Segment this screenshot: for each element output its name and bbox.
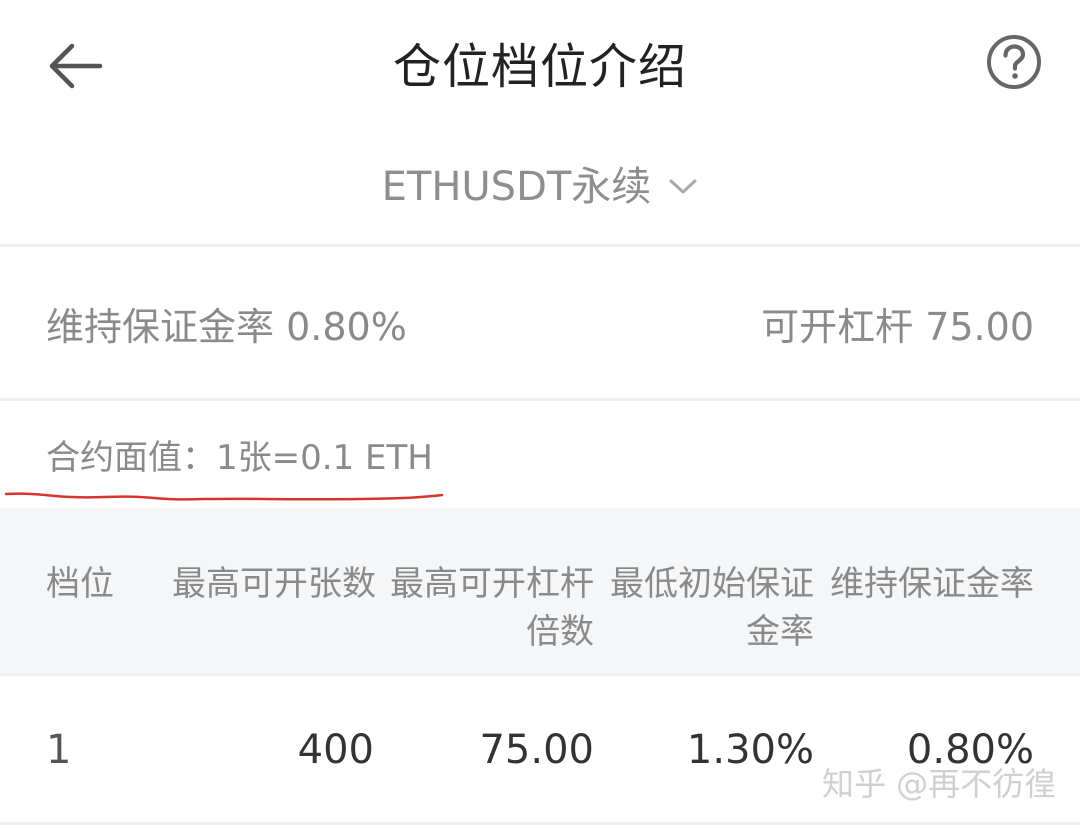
chevron-down-icon	[669, 179, 697, 194]
contract-selector[interactable]: ETHUSDT永续	[0, 155, 1080, 219]
cell-tier: 1	[46, 727, 72, 773]
watermark: 知乎 @再不彷徨	[822, 765, 1057, 803]
section-divider	[0, 822, 1080, 825]
cell-initial-margin: 1.30%	[686, 727, 814, 773]
rate-summary: 维持保证金率 0.80% 可开杠杆 75.00	[0, 292, 1080, 362]
red-underline-annotation	[4, 492, 444, 501]
contract-selector-label: ETHUSDT永续	[381, 164, 652, 210]
tier-table-header: 档位 最高可开张数 最高可开杠杆 倍数 最低初始保证 金率 维持保证金率	[0, 508, 1080, 673]
app-header: 仓位档位介绍	[0, 0, 1080, 135]
header-initial-margin-line1: 最低初始保证	[610, 564, 814, 604]
header-maintenance-margin: 维持保证金率	[830, 564, 1034, 604]
section-divider	[0, 398, 1080, 401]
maintenance-margin-summary: 维持保证金率 0.80%	[46, 305, 407, 349]
section-divider	[0, 244, 1080, 247]
header-max-leverage: 最高可开杠杆 倍数	[378, 560, 594, 656]
help-button[interactable]	[986, 34, 1042, 90]
question-mark-circle-icon	[987, 35, 1041, 89]
header-max-leverage-line2: 倍数	[526, 612, 594, 652]
leverage-summary: 可开杠杆 75.00	[761, 305, 1034, 349]
cell-max-contracts: 400	[297, 727, 374, 773]
header-max-contracts: 最高可开张数	[172, 564, 376, 604]
header-initial-margin: 最低初始保证 金率	[598, 560, 814, 656]
header-max-leverage-line1: 最高可开杠杆	[390, 564, 594, 604]
contract-face-value: 合约面值：1张=0.1 ETH	[46, 438, 433, 478]
header-initial-margin-line2: 金率	[746, 612, 814, 652]
page-title: 仓位档位介绍	[392, 39, 687, 95]
cell-max-leverage: 75.00	[479, 727, 594, 773]
header-tier: 档位	[46, 564, 114, 604]
